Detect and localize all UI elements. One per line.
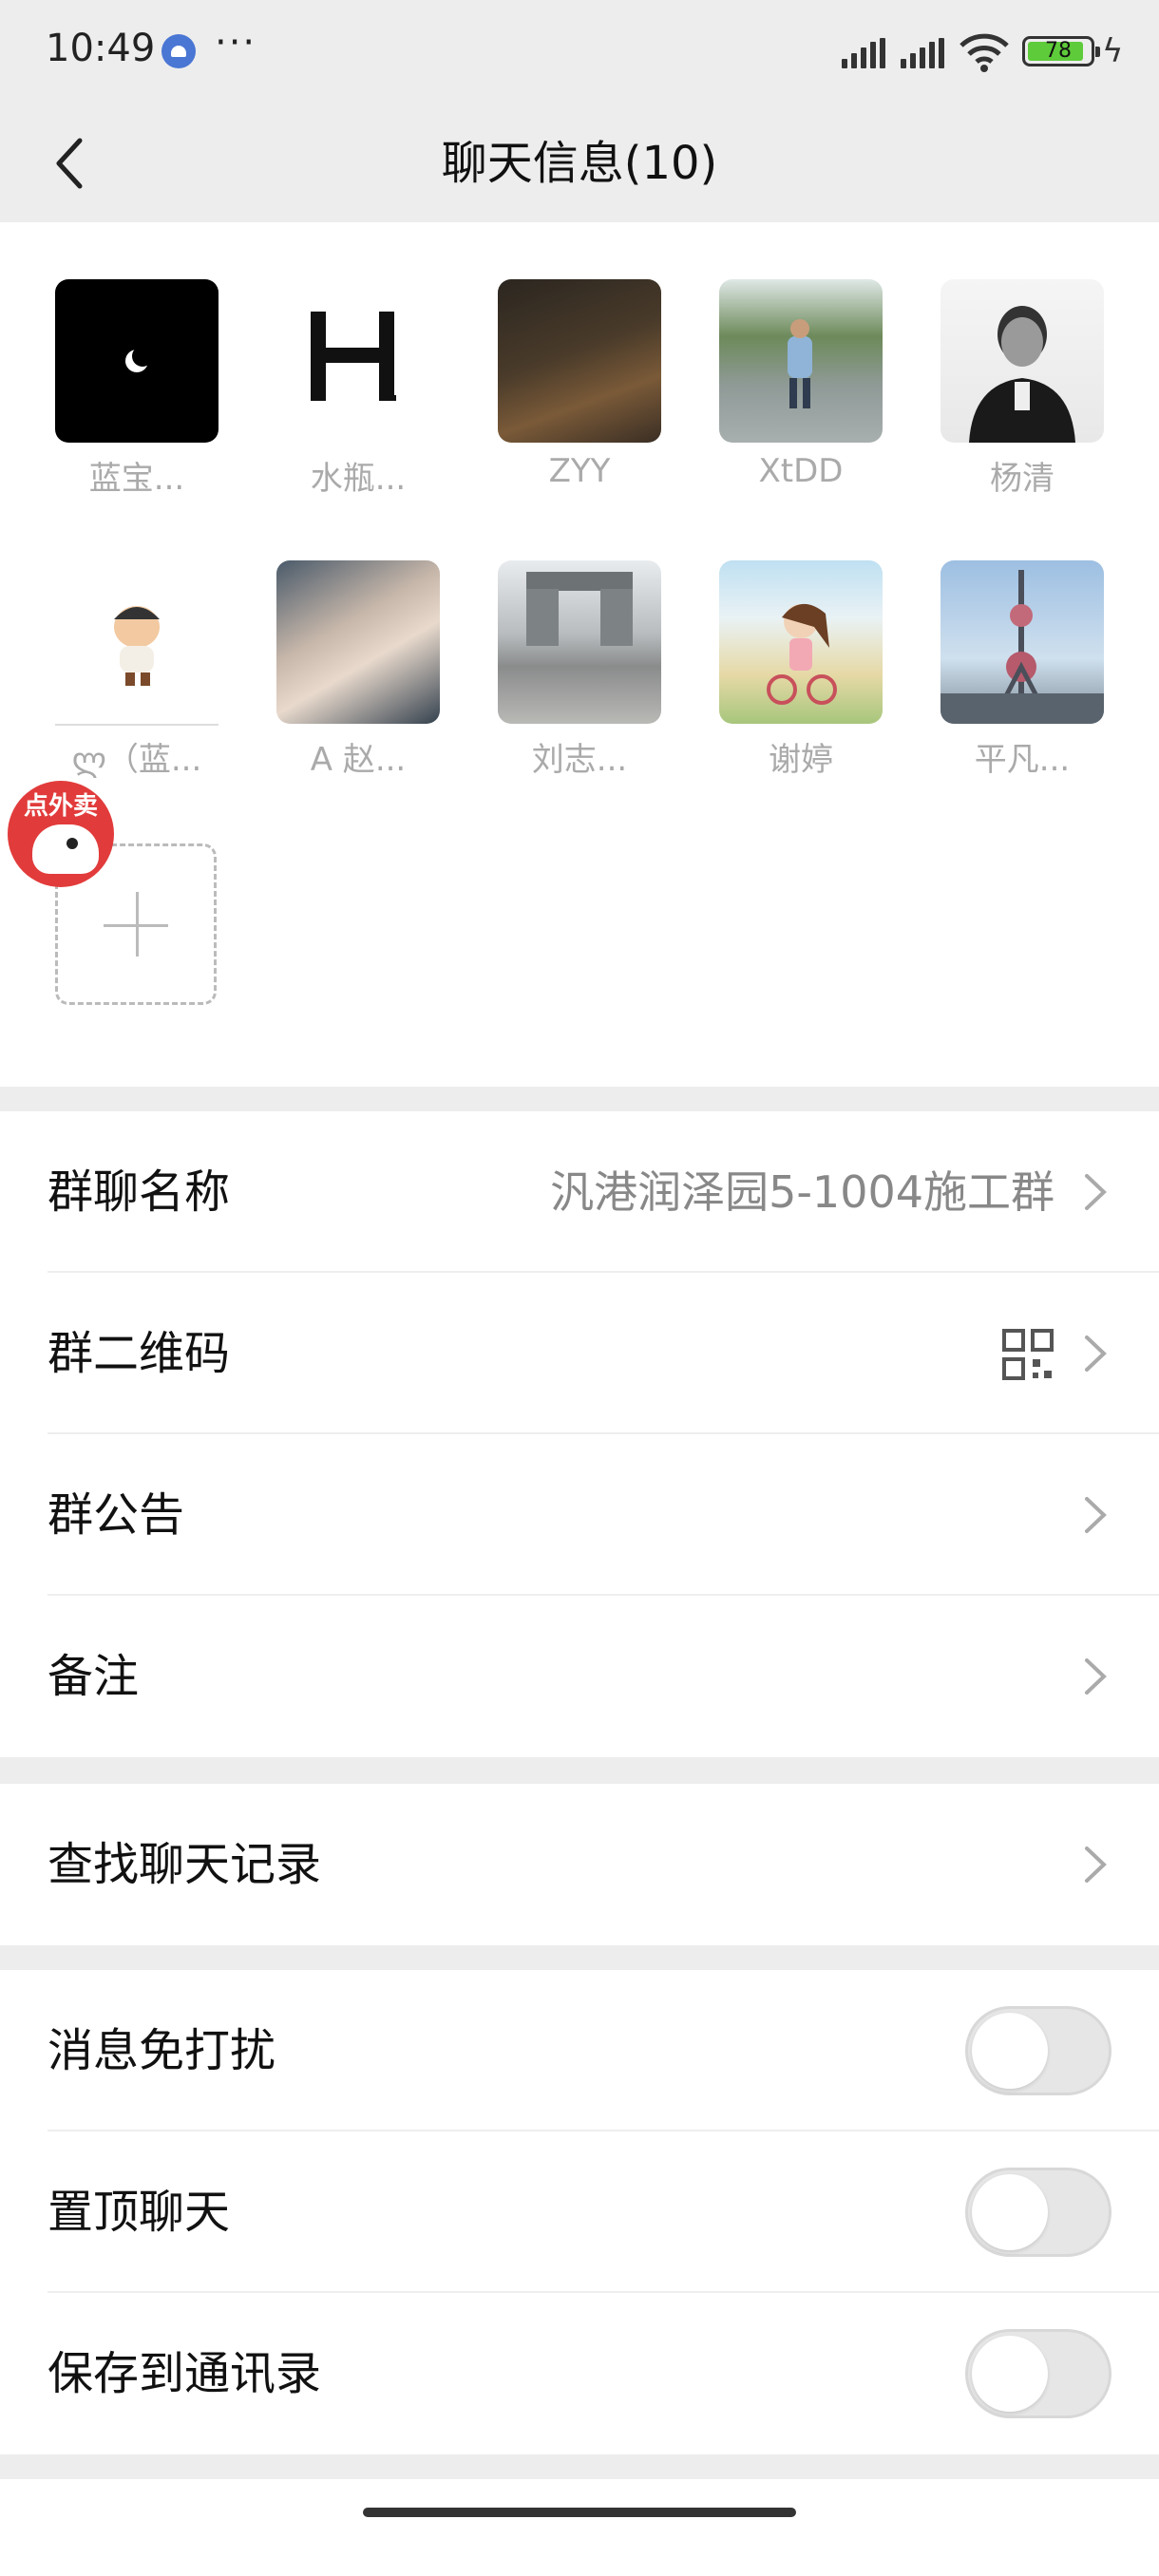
avatar — [498, 279, 661, 443]
group-name-row[interactable]: 群聊名称 汎港润泽园5-1004施工群 — [0, 1111, 1159, 1273]
mute-toggle[interactable] — [965, 2006, 1112, 2095]
search-history-label: 查找聊天记录 — [48, 1838, 322, 1891]
more-notifications-icon: ··· — [215, 21, 257, 65]
battery-icon: 78 — [1022, 36, 1100, 66]
member-item[interactable]: 水瓶... — [250, 279, 440, 507]
avatar — [719, 560, 883, 724]
charging-icon: ϟ — [1102, 32, 1124, 70]
member-item[interactable]: 刘志... — [471, 560, 661, 788]
member-grid: 蓝宝... 水瓶... ZYY XtDD 杨清 ლ（蓝... A 赵... 刘志… — [0, 222, 1159, 1087]
member-item[interactable]: ლ（蓝... — [28, 560, 218, 788]
member-name: 蓝宝... — [88, 460, 185, 498]
avatar — [276, 560, 440, 724]
android-icon — [162, 34, 196, 68]
chevron-right-icon — [1085, 1658, 1107, 1695]
remark-label: 备注 — [48, 1650, 140, 1703]
avatar — [719, 279, 883, 443]
avatar — [55, 279, 218, 443]
chevron-right-icon — [1085, 1497, 1107, 1533]
member-item[interactable]: ZYY — [471, 279, 661, 507]
save-contacts-label: 保存到通讯录 — [48, 2347, 322, 2400]
group-notice-row[interactable]: 群公告 — [0, 1434, 1159, 1596]
save-contacts-toggle[interactable] — [965, 2329, 1112, 2418]
chevron-right-icon — [1085, 1847, 1107, 1883]
page-title: 聊天信息(10) — [441, 137, 718, 190]
avatar — [940, 560, 1104, 724]
status-time: 10:49 — [46, 27, 156, 70]
settings-group-search: 查找聊天记录 — [0, 1784, 1159, 1945]
search-history-row[interactable]: 查找聊天记录 — [0, 1784, 1159, 1945]
chevron-right-icon — [1085, 1174, 1107, 1210]
save-contacts-row: 保存到通讯录 — [0, 2293, 1159, 2454]
floating-ad[interactable]: 点外卖 — [0, 773, 124, 897]
member-name: A 赵... — [310, 741, 407, 779]
dog-mascot-icon — [32, 824, 99, 874]
group-notice-label: 群公告 — [48, 1488, 185, 1542]
mute-label: 消息免打扰 — [48, 2024, 276, 2077]
avatar — [276, 279, 440, 443]
qrcode-row[interactable]: 群二维码 — [0, 1273, 1159, 1434]
member-item[interactable]: A 赵... — [250, 560, 440, 788]
qrcode-label: 群二维码 — [48, 1327, 231, 1380]
battery-level: 78 — [1045, 39, 1072, 63]
nav-bar: 聊天信息(10) — [0, 104, 1159, 222]
pin-chat-toggle[interactable] — [965, 2168, 1112, 2257]
avatar — [55, 560, 218, 726]
home-indicator[interactable] — [363, 2508, 796, 2517]
member-name: ZYY — [548, 452, 611, 490]
member-name: 水瓶... — [310, 460, 407, 498]
settings-group-info: 群聊名称 汎港润泽园5-1004施工群 群二维码 群公告 备注 — [0, 1111, 1159, 1757]
pin-chat-label: 置顶聊天 — [48, 2186, 231, 2239]
signal-icon — [842, 38, 891, 68]
member-name: 平凡... — [974, 741, 1071, 779]
qrcode-icon — [1002, 1329, 1054, 1380]
avatar — [940, 279, 1104, 443]
group-name-value: 汎港润泽园5-1004施工群 — [550, 1166, 1054, 1218]
mute-row: 消息免打扰 — [0, 1970, 1159, 2131]
wifi-icon — [960, 33, 1009, 72]
member-item[interactable]: 蓝宝... — [28, 279, 218, 507]
member-name: 谢婷 — [769, 741, 833, 779]
settings-group-next — [0, 2479, 1159, 2576]
avatar — [498, 560, 661, 724]
signal-icon-2 — [901, 38, 950, 68]
member-name: 刘志... — [531, 741, 628, 779]
member-item[interactable]: 平凡... — [914, 560, 1104, 788]
pin-chat-row: 置顶聊天 — [0, 2131, 1159, 2293]
member-name: 杨清 — [990, 460, 1054, 498]
status-bar: 10:49 ··· 78 ϟ — [0, 0, 1159, 104]
remark-row[interactable]: 备注 — [0, 1596, 1159, 1757]
chevron-right-icon — [1085, 1335, 1107, 1372]
group-name-label: 群聊名称 — [48, 1165, 231, 1219]
member-item[interactable]: 谢婷 — [693, 560, 883, 788]
member-item[interactable]: XtDD — [693, 279, 883, 507]
member-item[interactable]: 杨清 — [914, 279, 1104, 507]
settings-group-toggles: 消息免打扰 置顶聊天 保存到通讯录 — [0, 1970, 1159, 2454]
ad-text: 点外卖 — [23, 792, 98, 821]
member-name: XtDD — [758, 452, 844, 490]
